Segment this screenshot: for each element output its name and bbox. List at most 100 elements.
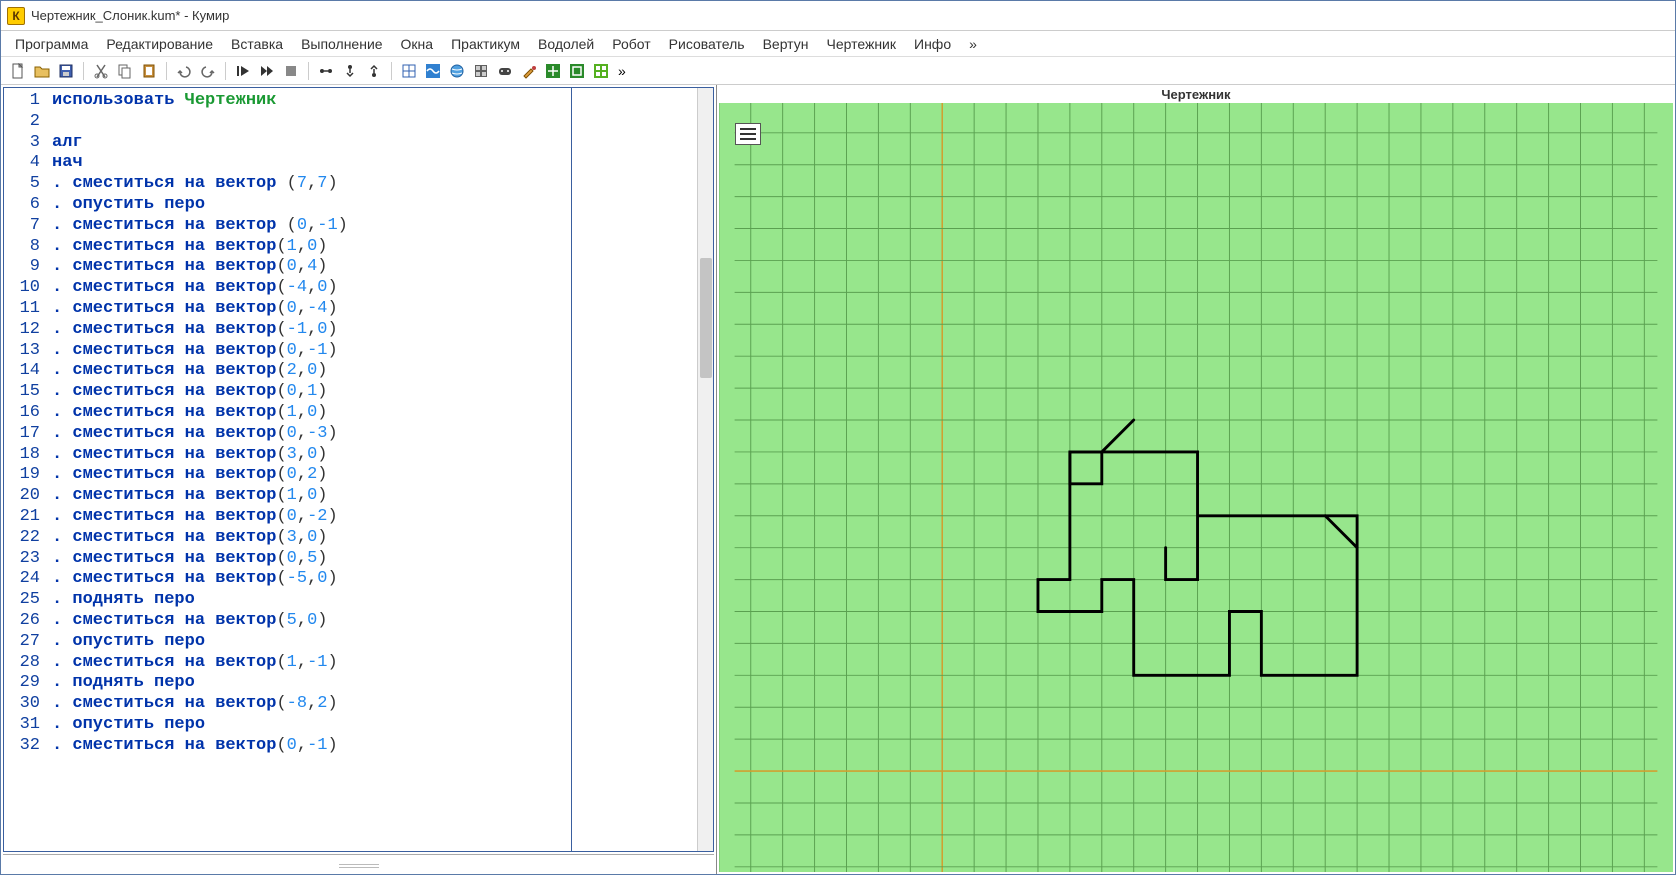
tool-globe-icon[interactable] [446, 60, 468, 82]
cut-icon[interactable] [90, 60, 112, 82]
menu-10[interactable]: Чертежник [818, 33, 904, 55]
menu-11[interactable]: Инфо [906, 33, 959, 55]
code-line[interactable]: . сместиться на вектор(-1,0) [52, 320, 697, 341]
window-title: Чертежник_Слоник.kum* - Кумир [31, 8, 229, 23]
toolbar: » [1, 57, 1675, 85]
code-line[interactable]: . поднять перо [52, 673, 697, 694]
new-file-icon[interactable] [7, 60, 29, 82]
line-number: 10 [4, 278, 40, 299]
line-number: 2 [4, 112, 40, 133]
code-line[interactable]: . сместиться на вектор (7,7) [52, 174, 697, 195]
line-number: 12 [4, 320, 40, 341]
tool-robot-icon[interactable] [470, 60, 492, 82]
app-icon: К [7, 7, 25, 25]
vertical-scrollbar[interactable] [697, 88, 713, 851]
menu-9[interactable]: Вертун [755, 33, 817, 55]
code-line[interactable]: . опустить перо [52, 632, 697, 653]
code-line[interactable]: . сместиться на вектор(3,0) [52, 445, 697, 466]
menu-0[interactable]: Программа [7, 33, 96, 55]
console-panel[interactable] [3, 854, 714, 872]
tool-grid-icon[interactable] [398, 60, 420, 82]
code-line[interactable]: . сместиться на вектор(-4,0) [52, 278, 697, 299]
tool-paint-icon[interactable] [518, 60, 540, 82]
menu-6[interactable]: Водолей [530, 33, 602, 55]
menu-12[interactable]: » [961, 33, 985, 55]
code-line[interactable]: . сместиться на вектор (0,-1) [52, 216, 697, 237]
canvas-menu-icon[interactable] [735, 123, 761, 145]
code-line[interactable]: . сместиться на вектор(0,-3) [52, 424, 697, 445]
code-line[interactable]: . сместиться на вектор(0,-1) [52, 341, 697, 362]
menu-3[interactable]: Выполнение [293, 33, 390, 55]
tool-green2-icon[interactable] [566, 60, 588, 82]
run-icon[interactable] [232, 60, 254, 82]
code-line[interactable]: . сместиться на вектор(3,0) [52, 528, 697, 549]
menu-5[interactable]: Практикум [443, 33, 528, 55]
line-number: 11 [4, 299, 40, 320]
app-window: К Чертежник_Слоник.kum* - Кумир Программ… [0, 0, 1676, 875]
code-line[interactable]: . поднять перо [52, 590, 697, 611]
copy-icon[interactable] [114, 60, 136, 82]
toolbar-separator [225, 62, 226, 80]
tool-wave-icon[interactable] [422, 60, 444, 82]
code-line[interactable]: . сместиться на вектор(1,0) [52, 486, 697, 507]
code-line[interactable]: . сместиться на вектор(5,0) [52, 611, 697, 632]
tool-green1-icon[interactable] [542, 60, 564, 82]
line-number: 24 [4, 569, 40, 590]
menu-7[interactable]: Робот [604, 33, 658, 55]
code-line[interactable]: . сместиться на вектор(1,0) [52, 237, 697, 258]
code-line[interactable]: . сместиться на вектор(2,0) [52, 361, 697, 382]
code-line[interactable]: . сместиться на вектор(0,-1) [52, 736, 697, 757]
scrollbar-thumb[interactable] [700, 258, 712, 378]
code-line[interactable]: . сместиться на вектор(0,2) [52, 465, 697, 486]
resize-grip-icon[interactable] [339, 864, 379, 868]
code-line[interactable]: . сместиться на вектор(0,1) [52, 382, 697, 403]
menu-2[interactable]: Вставка [223, 33, 291, 55]
code-editor[interactable]: 1234567891011121314151617181920212223242… [3, 87, 714, 852]
toolbar-separator [83, 62, 84, 80]
code-line[interactable]: . сместиться на вектор(-8,2) [52, 694, 697, 715]
open-file-icon[interactable] [31, 60, 53, 82]
code-area[interactable]: использовать Чертежник алгнач. сместитьс… [46, 88, 697, 851]
code-line[interactable]: . сместиться на вектор(0,5) [52, 549, 697, 570]
line-gutter: 1234567891011121314151617181920212223242… [4, 88, 46, 851]
menubar: ПрограммаРедактированиеВставкаВыполнение… [1, 31, 1675, 57]
code-line[interactable]: . сместиться на вектор(0,-2) [52, 507, 697, 528]
run-fast-icon[interactable] [256, 60, 278, 82]
step-into-icon[interactable] [339, 60, 361, 82]
tool-green3-icon[interactable] [590, 60, 612, 82]
step-out-icon[interactable] [363, 60, 385, 82]
save-file-icon[interactable] [55, 60, 77, 82]
undo-icon[interactable] [173, 60, 195, 82]
code-line[interactable]: . сместиться на вектор(-5,0) [52, 569, 697, 590]
line-number: 32 [4, 736, 40, 757]
code-line[interactable]: . опустить перо [52, 195, 697, 216]
code-line[interactable]: нач [52, 153, 697, 174]
code-line[interactable]: . сместиться на вектор(0,4) [52, 257, 697, 278]
code-line[interactable]: . сместиться на вектор(1,-1) [52, 653, 697, 674]
menu-8[interactable]: Рисователь [661, 33, 753, 55]
line-number: 14 [4, 361, 40, 382]
code-line[interactable] [52, 112, 697, 133]
redo-icon[interactable] [197, 60, 219, 82]
code-line[interactable]: алг [52, 133, 697, 154]
line-number: 23 [4, 549, 40, 570]
paste-icon[interactable] [138, 60, 160, 82]
toolbar-overflow[interactable]: » [614, 63, 630, 79]
toolbar-separator [308, 62, 309, 80]
line-number: 3 [4, 133, 40, 154]
drawing-canvas[interactable] [719, 103, 1673, 872]
toolbar-separator [166, 62, 167, 80]
step-over-icon[interactable] [315, 60, 337, 82]
code-line[interactable]: . опустить перо [52, 715, 697, 736]
stop-icon[interactable] [280, 60, 302, 82]
code-line[interactable]: использовать Чертежник [52, 91, 697, 112]
tool-gamepad-icon[interactable] [494, 60, 516, 82]
menu-1[interactable]: Редактирование [98, 33, 221, 55]
line-number: 5 [4, 174, 40, 195]
code-line[interactable]: . сместиться на вектор(0,-4) [52, 299, 697, 320]
titlebar: К Чертежник_Слоник.kum* - Кумир [1, 1, 1675, 31]
code-line[interactable]: . сместиться на вектор(1,0) [52, 403, 697, 424]
menu-4[interactable]: Окна [393, 33, 442, 55]
line-number: 27 [4, 632, 40, 653]
editor-split-line [571, 88, 572, 851]
